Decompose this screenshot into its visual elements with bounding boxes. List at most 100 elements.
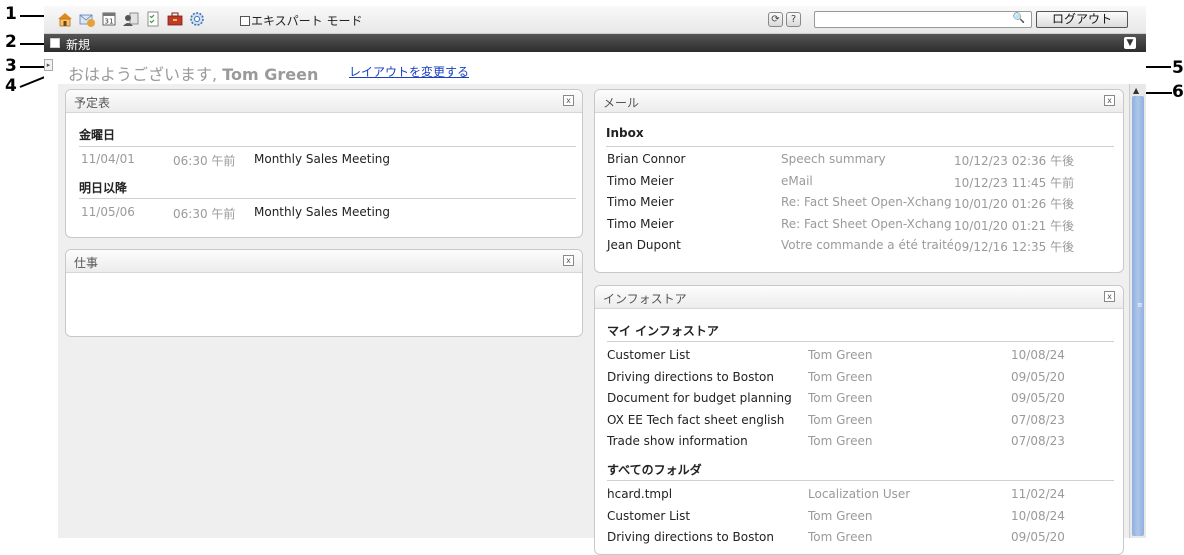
infostore-section-heading: マイ インフォストア	[607, 324, 719, 338]
grip-icon: ≡	[1137, 301, 1143, 309]
infostore-widget: インフォストア x マイ インフォストア Customer List Tom Gr…	[594, 285, 1124, 555]
tasks-widget-header[interactable]: 仕事 x	[66, 250, 582, 273]
mail-from: Jean Dupont	[607, 238, 681, 252]
file-date: 09/05/20	[1011, 530, 1065, 544]
file-date: 10/08/24	[1011, 348, 1065, 362]
file-owner: Tom Green	[808, 369, 873, 384]
greeting-user-name: Tom Green	[222, 65, 319, 84]
calendar-widget-header[interactable]: 予定表 x	[66, 90, 582, 113]
close-icon[interactable]: x	[1104, 95, 1115, 106]
contacts-icon[interactable]	[122, 10, 140, 28]
mail-widget-header[interactable]: メール x	[595, 90, 1123, 113]
infostore-section-heading: すべてのフォルダ	[607, 463, 702, 477]
home-icon[interactable]	[56, 10, 74, 28]
calendar-item[interactable]: 11/05/06 06:30 午前 Monthly Sales Meeting	[79, 205, 576, 225]
file-date: 10/08/24	[1011, 508, 1065, 523]
divider	[79, 146, 576, 147]
infostore-row[interactable]: Trade show information Tom Green 07/08/23	[595, 434, 1115, 454]
file-name: Driving directions to Boston	[607, 530, 774, 544]
mail-row[interactable]: Timo Meier eMail 10/12/23 11:45 午前	[595, 174, 1115, 194]
mail-from: Brian Connor	[607, 152, 686, 166]
mail-icon[interactable]	[78, 10, 96, 28]
calendar-item-subject: Monthly Sales Meeting	[254, 205, 390, 219]
file-name: OX EE Tech fact sheet english	[607, 412, 785, 427]
calendar-item-time: 06:30 午前	[173, 154, 236, 168]
mail-subject: Speech summary	[781, 152, 886, 166]
mail-row[interactable]: Brian Connor Speech summary 10/12/23 02:36…	[595, 152, 1115, 172]
settings-icon[interactable]	[188, 10, 206, 28]
vertical-scrollbar[interactable]: ▲ ≡	[1129, 84, 1146, 538]
file-owner: Tom Green	[808, 391, 873, 405]
callout-1: 1	[5, 4, 17, 24]
file-name: Trade show information	[607, 434, 748, 448]
refresh-button[interactable]: ⟳	[768, 12, 783, 27]
expert-mode-checkbox[interactable]	[240, 15, 250, 26]
mail-from: Timo Meier	[607, 195, 674, 209]
new-bar-label: 新規	[66, 38, 91, 52]
calendar-item-subject: Monthly Sales Meeting	[254, 152, 390, 166]
infostore-row[interactable]: Document for budget planning Tom Green 09/…	[595, 391, 1115, 411]
file-name: Customer List	[607, 348, 691, 362]
mail-date: 10/12/23 02:36 午後	[954, 154, 1075, 168]
callout-6-line	[1142, 92, 1172, 94]
mail-folder-heading: Inbox	[606, 126, 644, 140]
calendar-item-date: 11/04/01	[81, 152, 135, 166]
infostore-icon[interactable]	[166, 10, 184, 28]
expert-mode-toggle[interactable]: エキスパート モード	[240, 12, 362, 29]
mail-row[interactable]: Timo Meier Re: Fact Sheet Open-Xchang 10/0…	[595, 195, 1115, 215]
scroll-up-icon[interactable]: ▲	[1133, 86, 1139, 95]
calendar-item[interactable]: 11/04/01 06:30 午前 Monthly Sales Meeting	[79, 152, 576, 172]
file-owner: Localization User	[808, 487, 911, 501]
close-icon[interactable]: x	[1104, 291, 1115, 302]
infostore-row[interactable]: Driving directions to Boston Tom Green 09/…	[595, 530, 1115, 550]
mail-row[interactable]: Jean Dupont Votre commande a été traitée 0…	[595, 238, 1115, 258]
calendar-section-heading: 金曜日	[79, 128, 116, 142]
close-icon[interactable]: x	[563, 95, 574, 106]
divider	[607, 341, 1114, 342]
new-bar-checkbox[interactable]	[50, 38, 60, 48]
search-input[interactable]: 🔍	[814, 11, 1032, 28]
mail-date: 10/12/23 11:45 午前	[954, 175, 1075, 190]
mail-subject: Re: Fact Sheet Open-Xchang	[781, 216, 952, 231]
side-panel-toggle[interactable]: ▸	[44, 59, 53, 71]
expert-mode-label: エキスパート モード	[251, 14, 363, 28]
new-bar-menu-icon[interactable]: ▼	[1124, 37, 1136, 49]
infostore-row[interactable]: Customer List Tom Green 10/08/24	[595, 348, 1115, 368]
mail-widget: メール x Inbox Brian Connor Speech summary 10…	[594, 89, 1124, 273]
scrollbar-thumb[interactable]: ≡	[1132, 96, 1144, 536]
help-icon: ?	[790, 14, 797, 25]
infostore-row[interactable]: hcard.tmpl Localization User 11/02/24	[595, 487, 1115, 507]
mail-date: 10/01/20 01:21 午後	[954, 218, 1075, 233]
infostore-widget-title: インフォストア	[603, 292, 687, 306]
callout-6: 6	[1172, 82, 1184, 102]
file-owner: Tom Green	[808, 530, 873, 544]
help-button[interactable]: ?	[786, 12, 801, 27]
change-layout-link[interactable]: レイアウトを変更する	[349, 63, 469, 80]
infostore-row[interactable]: Driving directions to Boston Tom Green 09/…	[595, 370, 1115, 390]
greeting-text: おはようございます,	[68, 65, 223, 84]
svg-text:31: 31	[105, 18, 114, 26]
callout-3-line	[20, 66, 44, 68]
calendar-icon[interactable]: 31	[100, 10, 118, 28]
calendar-section-heading: 明日以降	[79, 181, 128, 195]
infostore-row[interactable]: Customer List Tom Green 10/08/24	[595, 509, 1115, 529]
file-name: Driving directions to Boston	[607, 369, 774, 384]
infostore-row[interactable]: OX EE Tech fact sheet english Tom Green 07…	[595, 413, 1115, 433]
app-window: 31 エキスパート モード ⟳ ? 🔍 ログアウト 新規 ▼ ▸ おはようござい…	[44, 6, 1146, 555]
mail-row[interactable]: Timo Meier Re: Fact Sheet Open-Xchang 10/0…	[595, 217, 1115, 237]
file-owner: Tom Green	[808, 412, 873, 427]
new-bar[interactable]: 新規 ▼	[44, 34, 1146, 52]
tasks-icon[interactable]	[144, 10, 162, 28]
tasks-widget: 仕事 x	[65, 249, 583, 337]
file-name: Customer List	[607, 508, 691, 523]
mail-from: Timo Meier	[607, 173, 674, 188]
callout-5: 5	[1172, 58, 1184, 78]
mail-date: 10/01/20 01:26 午後	[954, 197, 1075, 211]
mail-subject: eMail	[781, 173, 813, 188]
close-icon[interactable]: x	[563, 255, 574, 266]
infostore-widget-header[interactable]: インフォストア x	[595, 286, 1123, 309]
greeting: おはようございます, Tom Green	[68, 61, 318, 85]
file-date: 11/02/24	[1011, 487, 1065, 501]
logout-button[interactable]: ログアウト	[1036, 11, 1128, 28]
file-owner: Tom Green	[808, 348, 873, 362]
